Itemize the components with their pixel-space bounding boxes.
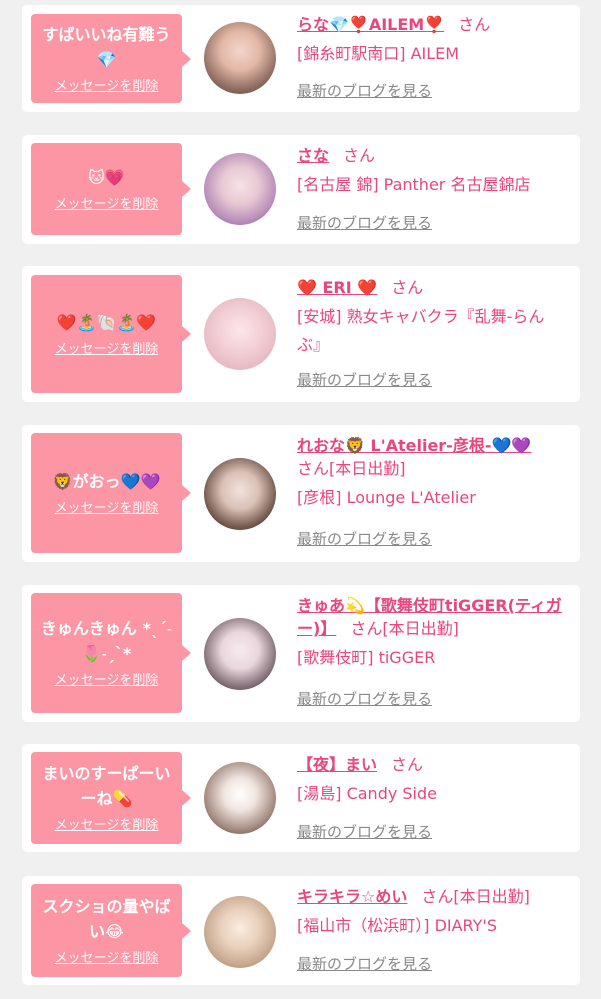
shop-name: [安城] 熟女キャバクラ『乱舞-らんぶ』 [297,307,545,354]
cast-name-link[interactable]: れおな🦁 L'Atelier-彦根-💙💜 [297,436,531,455]
message-text: きゅんきゅん *ˎˊ˗🌷˗ˏˋ* [40,619,173,663]
attendance-status: [本日出勤] [382,619,459,638]
attendance-status: [本日出勤] [329,459,406,478]
message-bubble: まいのすーぱーいーね💊 メッセージを削除 [31,752,191,844]
message-text: まいのすーぱーいーね💊 [42,764,171,808]
delete-message-link[interactable]: メッセージを削除 [55,341,159,359]
honorific: さん [421,887,454,906]
cast-name-link[interactable]: さな [297,146,329,165]
message-bubble: スクショの量やばい😂 メッセージを削除 [31,884,191,977]
avatar[interactable] [204,896,276,968]
message-bubble: ❤️🏝️🐚🏝️❤️ メッセージを削除 [31,275,191,393]
avatar[interactable] [204,458,276,530]
avatar[interactable] [204,298,276,370]
message-text: すばいいね有難う💎 [42,24,171,69]
blog-link[interactable]: 最新のブログを見る [297,529,432,549]
shop-name: [福山市（松浜町）] DIARY'S [297,916,497,935]
shop-name: [湯島] Candy Side [297,784,438,803]
message-text: 🐱💗 [88,167,125,187]
blog-link[interactable]: 最新のブログを見る [297,81,432,101]
cast-name-link[interactable]: 【夜】まい [297,755,377,774]
blog-link[interactable]: 最新のブログを見る [297,370,432,390]
message-text: 🦁がおっ💙💜 [52,471,161,491]
avatar[interactable] [204,618,276,690]
blog-link[interactable]: 最新のブログを見る [297,213,432,233]
honorific: さん [343,146,376,165]
delete-message-link[interactable]: メッセージを削除 [55,500,159,518]
message-bubble: きゅんきゅん *ˎˊ˗🌷˗ˏˋ* メッセージを削除 [31,593,191,713]
message-bubble: 🦁がおっ💙💜 メッセージを削除 [31,433,191,553]
avatar[interactable] [204,22,276,94]
honorific: さん [297,459,330,478]
delete-message-link[interactable]: メッセージを削除 [55,817,159,835]
delete-message-link[interactable]: メッセージを削除 [55,196,159,214]
message-card: まいのすーぱーいーね💊 メッセージを削除 【夜】まい さん [湯島] Candy … [22,744,580,852]
honorific: さん [458,15,491,34]
message-text: ❤️🏝️🐚🏝️❤️ [56,312,157,332]
message-card: きゅんきゅん *ˎˊ˗🌷˗ˏˋ* メッセージを削除 きゅあ💫【歌舞伎町tiGGE… [22,585,580,722]
shop-name: [名古屋 錦] Panther 名古屋錦店 [297,175,531,194]
cast-name-link[interactable]: キラキラ☆めい [297,887,407,906]
blog-link[interactable]: 最新のブログを見る [297,954,432,974]
cast-name-link[interactable]: らな💎❣️AILEM❣️ [297,15,444,34]
message-card: ❤️🏝️🐚🏝️❤️ メッセージを削除 ❤️ ERI ❤️ さん [安城] 熟女キャ… [22,266,580,402]
blog-link[interactable]: 最新のブログを見る [297,689,432,709]
avatar[interactable] [204,153,276,225]
honorific: さん [391,278,424,297]
avatar[interactable] [204,762,276,834]
attendance-status: [本日出勤] [453,887,530,906]
delete-message-link[interactable]: メッセージを削除 [55,78,159,96]
honorific: さん [350,619,383,638]
message-list: すばいいね有難う💎 メッセージを削除 らな💎❣️AILEM❣️ さん [錦糸町駅南… [0,0,601,999]
message-card: 🐱💗 メッセージを削除 さな さん [名古屋 錦] Panther 名古屋錦店 最… [22,135,580,244]
shop-name: [彦根] Lounge L'Atelier [297,488,476,507]
shop-name: [歌舞伎町] tiGGER [297,648,436,667]
message-text: スクショの量やばい😂 [42,896,171,941]
blog-link[interactable]: 最新のブログを見る [297,822,432,842]
message-card: 🦁がおっ💙💜 メッセージを削除 れおな🦁 L'Atelier-彦根-💙💜 さん[… [22,425,580,562]
shop-name: [錦糸町駅南口] AILEM [297,44,460,63]
message-card: すばいいね有難う💎 メッセージを削除 らな💎❣️AILEM❣️ さん [錦糸町駅南… [22,5,580,112]
message-card: スクショの量やばい😂 メッセージを削除 キラキラ☆めい さん[本日出勤] [福山市… [22,876,580,985]
honorific: さん [391,755,424,774]
message-bubble: 🐱💗 メッセージを削除 [31,143,191,235]
message-bubble: すばいいね有難う💎 メッセージを削除 [31,14,191,103]
delete-message-link[interactable]: メッセージを削除 [55,672,159,690]
delete-message-link[interactable]: メッセージを削除 [55,950,159,968]
cast-name-link[interactable]: ❤️ ERI ❤️ [297,278,377,297]
